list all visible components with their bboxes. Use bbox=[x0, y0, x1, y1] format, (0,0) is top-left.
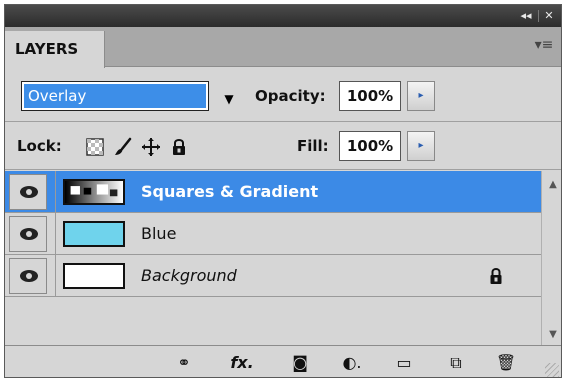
panel-titlebar: ◂◂ ✕ bbox=[5, 5, 561, 27]
layer-row-blue[interactable]: Blue bbox=[5, 213, 541, 255]
layer-name[interactable]: Squares & Gradient bbox=[141, 171, 318, 213]
row-separator bbox=[55, 213, 56, 255]
fill-slider-button[interactable]: ▸ bbox=[407, 131, 435, 161]
fill-input[interactable]: 100% bbox=[339, 131, 401, 161]
panel-tab-row: LAYERS ▾≡ bbox=[5, 27, 561, 68]
layers-bottom-toolbar: ⚭ fx. ◙ ◐. ▭ ⧉ 🗑 bbox=[5, 345, 561, 377]
chevron-down-icon[interactable]: ▼ bbox=[219, 89, 239, 109]
blue-thumbnail bbox=[63, 221, 125, 247]
opacity-input[interactable]: 100% bbox=[339, 81, 401, 111]
visibility-toggle[interactable] bbox=[9, 258, 47, 294]
fill-label: Fill: bbox=[297, 137, 329, 155]
lock-image-icon[interactable] bbox=[113, 137, 133, 157]
layers-panel: ◂◂ ✕ LAYERS ▾≡ Overlay ▼ Opacity: 100% ▸… bbox=[4, 4, 562, 378]
resize-grip[interactable] bbox=[545, 363, 559, 377]
close-icon[interactable]: ✕ bbox=[541, 8, 557, 23]
lock-divider bbox=[5, 169, 561, 170]
titlebar-separator bbox=[538, 10, 539, 22]
layer-row-background[interactable]: Background bbox=[5, 255, 541, 297]
tab-layers[interactable]: LAYERS bbox=[5, 31, 105, 68]
delete-layer-trash-icon[interactable]: 🗑 bbox=[491, 350, 521, 376]
opacity-label: Opacity: bbox=[255, 87, 326, 105]
eye-icon bbox=[20, 270, 38, 282]
layer-name[interactable]: Blue bbox=[141, 213, 176, 255]
new-group-folder-icon[interactable]: ▭ bbox=[389, 350, 419, 376]
scroll-up-icon[interactable]: ▲ bbox=[542, 175, 561, 195]
eye-icon bbox=[20, 186, 38, 198]
row-separator bbox=[55, 171, 56, 213]
scroll-down-icon[interactable]: ▼ bbox=[542, 325, 561, 345]
lock-all-icon[interactable] bbox=[169, 137, 189, 157]
opacity-slider-button[interactable]: ▸ bbox=[407, 81, 435, 111]
white-thumbnail bbox=[63, 263, 125, 289]
new-layer-icon[interactable]: ⧉ bbox=[441, 350, 471, 376]
options-divider bbox=[5, 121, 561, 122]
visibility-toggle[interactable] bbox=[9, 216, 47, 252]
lock-position-icon[interactable] bbox=[141, 137, 161, 157]
row-separator bbox=[55, 255, 56, 297]
link-layers-icon[interactable]: ⚭ bbox=[169, 350, 199, 376]
layer-style-fx-icon[interactable]: fx. bbox=[227, 350, 257, 376]
blend-mode-value: Overlay bbox=[24, 84, 206, 108]
eye-icon bbox=[20, 228, 38, 240]
layer-row-squares-gradient[interactable]: Squares & Gradient bbox=[5, 171, 541, 213]
visibility-toggle[interactable] bbox=[9, 174, 47, 210]
layer-lock-icon bbox=[490, 268, 502, 284]
lock-transparent-icon[interactable] bbox=[85, 137, 105, 157]
layers-scrollbar[interactable]: ▲ ▼ bbox=[541, 171, 561, 345]
panel-menu-icon[interactable]: ▾≡ bbox=[533, 37, 555, 53]
adjustment-layer-icon[interactable]: ◐. bbox=[337, 350, 367, 376]
blend-mode-select[interactable]: Overlay bbox=[21, 81, 209, 111]
lock-label: Lock: bbox=[17, 137, 62, 155]
layer-name[interactable]: Background bbox=[141, 255, 237, 297]
add-mask-icon[interactable]: ◙ bbox=[285, 350, 315, 376]
squares-gradient-thumbnail bbox=[63, 179, 125, 205]
double-chevron-left-icon[interactable]: ◂◂ bbox=[517, 8, 535, 23]
